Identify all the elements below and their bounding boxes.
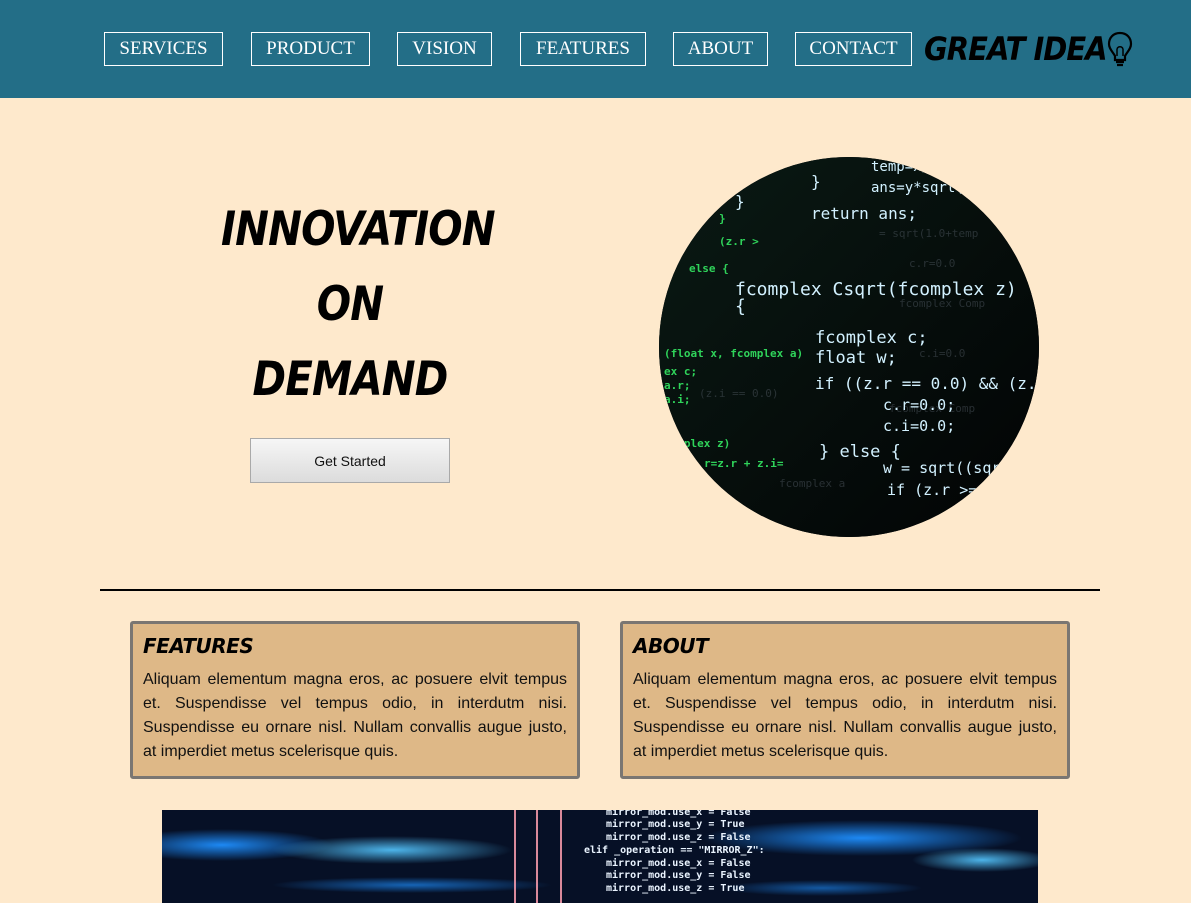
code-line: ans=y*sqrt(1.0+temp (871, 180, 1031, 196)
banner-code-line: mirror_mod.use_z = False (606, 831, 751, 843)
hero-code-image: = sqrt(1.0+temp c.r=0.0 fcomplex Comp c.… (659, 157, 1039, 537)
nav-vision-button[interactable]: VISION (397, 32, 492, 66)
banner-code-line: mirror_mod.use_y = True (606, 818, 744, 830)
code-line: if ((z.r == 0.0) && (z.i == 0.0)) { (815, 374, 1039, 393)
svg-text:a.r;: a.r; (664, 379, 691, 392)
svg-text:else {: else { (689, 262, 729, 275)
features-card: FEATURES Aliquam elementum magna eros, a… (130, 621, 580, 779)
hero-title-line: ON (316, 277, 384, 332)
code-line: w = sqrt((sqrt(z.r (883, 459, 1039, 477)
svg-text:(z.i == 0.0): (z.i == 0.0) (699, 387, 778, 400)
code-line: return ans; (811, 204, 917, 223)
about-card-text: Aliquam elementum magna eros, ac posuere… (633, 671, 1057, 760)
banner-code-line: elif _operation == "MIRROR_Z": (584, 844, 765, 856)
about-card-title: ABOUT (633, 634, 709, 658)
svg-text:complex z): complex z) (664, 437, 730, 450)
hero-title: INNOVATION ON DEMAND (200, 192, 500, 417)
svg-text:ex c;: ex c; (664, 365, 697, 378)
code-line: c.i=0.0; (883, 417, 955, 435)
section-divider (100, 589, 1100, 591)
svg-text:a.i;: a.i; (664, 393, 691, 406)
svg-text:c.r=0.0: c.r=0.0 (909, 257, 955, 270)
code-banner-image: mirror_mod.use_x = False mirror_mod.use_… (162, 810, 1038, 903)
svg-text:(z.r >: (z.r > (719, 235, 759, 248)
code-line: } (811, 172, 821, 191)
banner-code-line: mirror_mod.use_x = False (606, 810, 751, 818)
banner-code-line: mirror_mod.use_y = False (606, 869, 751, 881)
hero-title-line: DEMAND (252, 352, 449, 407)
top-navbar: SERVICES PRODUCT VISION FEATURES ABOUT C… (0, 0, 1191, 98)
svg-text:(float x, fcomplex a): (float x, fcomplex a) (664, 347, 803, 360)
code-line: fcomplex c; (815, 328, 928, 348)
svg-text:c.i=0.0: c.i=0.0 (919, 347, 965, 360)
code-line: if (z.r >= 0.0) (887, 481, 1022, 499)
code-banner-graphic: mirror_mod.use_x = False mirror_mod.use_… (162, 810, 1038, 903)
about-card: ABOUT Aliquam elementum magna eros, ac p… (620, 621, 1070, 779)
svg-text:r=z.r + z.i=: r=z.r + z.i= (704, 457, 784, 470)
nav-product-button[interactable]: PRODUCT (251, 32, 370, 66)
hero-title-line: INNOVATION (221, 202, 496, 257)
nav-features-button[interactable]: FEATURES (520, 32, 646, 66)
features-card-text: Aliquam elementum magna eros, ac posuere… (143, 671, 567, 760)
lightbulb-icon (1107, 31, 1132, 67)
nav-about-button[interactable]: ABOUT (673, 32, 768, 66)
brand-logo-text: GREAT IDEA (924, 30, 1108, 68)
features-card-title: FEATURES (143, 634, 254, 658)
nav-contact-button[interactable]: CONTACT (795, 32, 912, 66)
code-line: c.r=0.0; (883, 396, 955, 414)
banner-code-line: mirror_mod.use_x = False (606, 857, 751, 869)
code-line: { (735, 296, 746, 317)
code-line: fcomplex Csqrt(fcomplex z) (735, 279, 1017, 300)
code-line: float w; (815, 348, 897, 368)
code-image-graphic: = sqrt(1.0+temp c.r=0.0 fcomplex Comp c.… (659, 157, 1039, 537)
brand-logo[interactable]: GREAT IDEA (924, 28, 1133, 70)
svg-text:= sqrt(1.0+temp: = sqrt(1.0+temp (879, 227, 978, 240)
banner-code-line: mirror_mod.use_z = True (606, 882, 744, 894)
svg-text:fcomplex a: fcomplex a (779, 477, 845, 490)
svg-text:}: } (719, 212, 726, 225)
nav-services-button[interactable]: SERVICES (104, 32, 223, 66)
code-line: temp=x/y; (871, 159, 947, 175)
code-line: } (735, 192, 745, 211)
get-started-button[interactable]: Get Started (250, 438, 450, 483)
